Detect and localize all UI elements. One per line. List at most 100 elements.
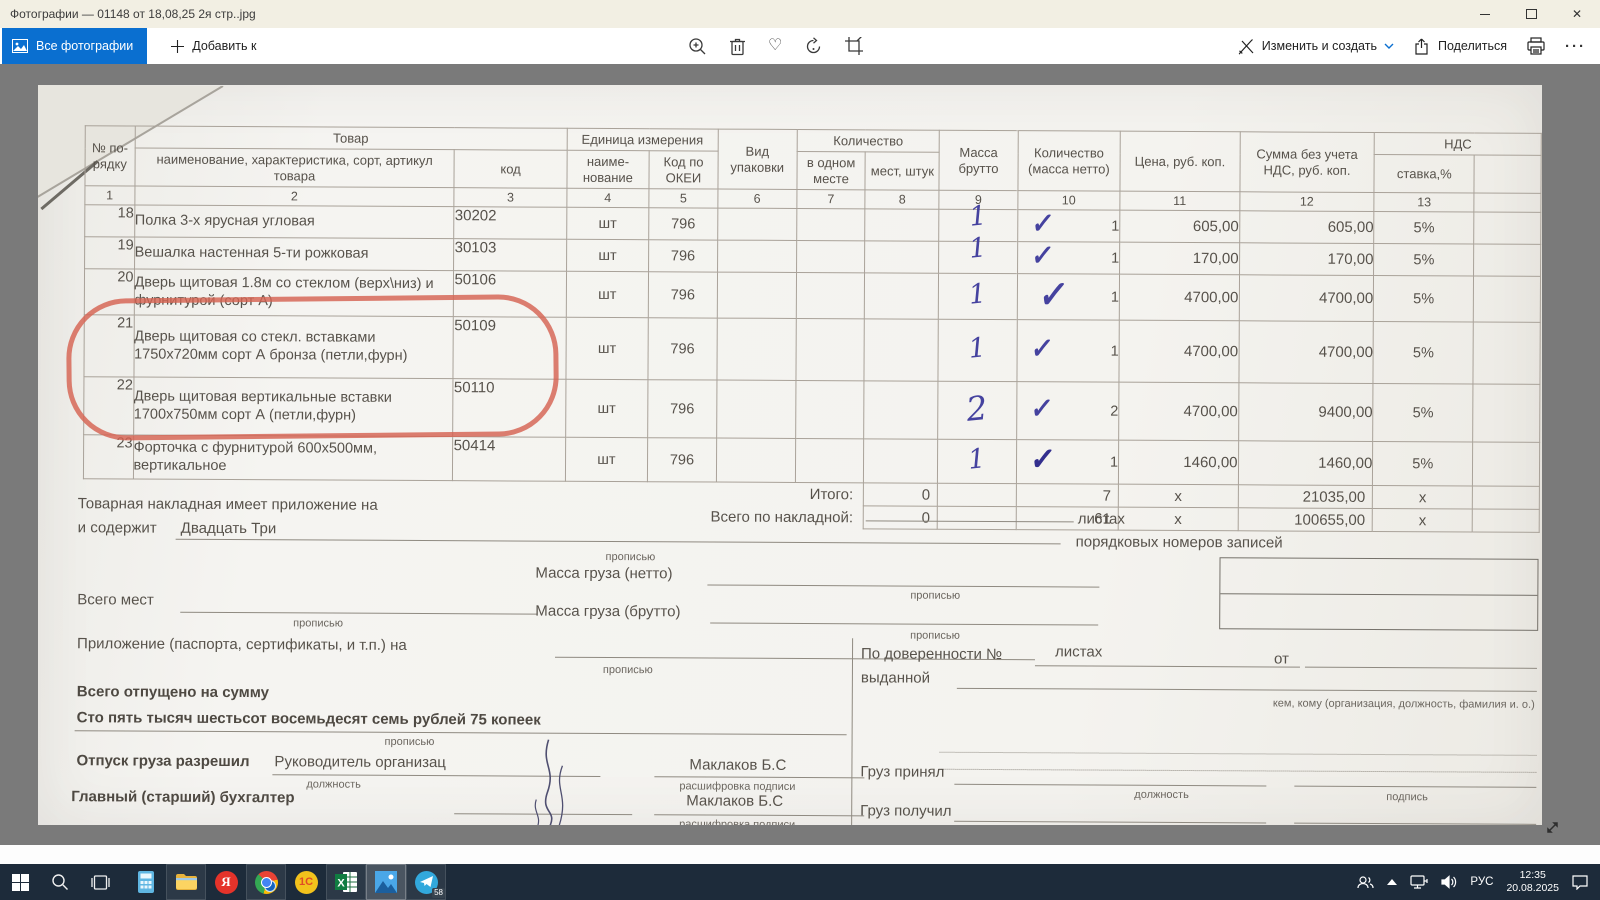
table-cell: 1	[938, 439, 1016, 483]
col-header-unit-name: наиме-нование	[567, 150, 650, 188]
task-view-button[interactable]	[80, 864, 120, 900]
handwritten-checkmark: ✓	[1029, 206, 1055, 241]
col-header-gross: Масса брутто	[939, 130, 1018, 190]
table-cell: 170,00	[1120, 242, 1240, 275]
table-cell: 4700,00	[1239, 275, 1374, 322]
table-cell: ✓1	[1017, 320, 1120, 383]
table-cell: 796	[648, 318, 717, 380]
clock-time: 12:35	[1506, 869, 1559, 882]
people-icon[interactable]	[1357, 875, 1374, 889]
taskbar-telegram[interactable]: 58	[406, 864, 446, 900]
rotate-button[interactable]	[804, 37, 823, 56]
taskbar-excel[interactable]: X	[326, 864, 366, 900]
blank-line	[180, 612, 537, 615]
photo-viewer[interactable]: № по-рядку Товар Единица измерения Вид у…	[0, 64, 1600, 845]
table-cell: Вешалка настенная 5-ти рожковая	[134, 237, 454, 271]
taskbar-yandex-browser[interactable]: Я	[206, 864, 246, 900]
table-cell	[717, 208, 796, 240]
zoom-button[interactable]	[688, 37, 707, 56]
add-to-button[interactable]: Добавить к	[163, 39, 264, 53]
totals-cell: x	[1118, 507, 1238, 531]
table-cell: 5%	[1374, 243, 1474, 276]
table-cell	[865, 209, 939, 241]
blank-line	[707, 585, 1099, 588]
all-photos-button[interactable]: Все фотографии	[2, 28, 147, 64]
favorite-button[interactable]: ♡	[768, 38, 782, 54]
form-caption: расшифровка подписи	[679, 818, 795, 825]
close-button[interactable]: ✕	[1554, 0, 1600, 28]
form-label: Отпуск груза разрешил	[76, 752, 249, 770]
col-group-unit: Единица измерения	[567, 128, 718, 151]
col-header-places: мест, штук	[865, 152, 939, 190]
table-cell	[716, 380, 795, 438]
taskbar-file-explorer[interactable]	[166, 864, 206, 900]
maximize-button[interactable]	[1508, 0, 1554, 28]
col-header-price: Цена, руб. коп.	[1120, 131, 1240, 192]
delete-button[interactable]	[729, 37, 746, 56]
form-value: Двадцать Три	[181, 520, 277, 538]
share-label: Поделиться	[1438, 39, 1507, 53]
handwritten-checkmark: ✓	[1029, 238, 1055, 273]
handwritten-checkmark: ✓	[1036, 271, 1070, 316]
taskbar-chrome[interactable]	[246, 864, 286, 900]
hidden-icons-chevron[interactable]	[1387, 879, 1397, 885]
volume-icon[interactable]	[1441, 875, 1457, 889]
table-cell	[1474, 244, 1541, 276]
search-icon	[51, 873, 69, 891]
share-button[interactable]: Поделиться	[1414, 38, 1507, 55]
col-group-tovar: Товар	[135, 126, 567, 150]
form-caption: подпись	[1386, 791, 1428, 803]
blank-line	[957, 688, 1537, 692]
taskbar-calculator[interactable]	[126, 864, 166, 900]
plus-icon	[171, 40, 184, 53]
titlebar: Фотографии — 01148 от 18,08,25 2я стр..j…	[0, 0, 1600, 28]
table-cell: 5%	[1373, 441, 1473, 486]
minimize-button[interactable]	[1462, 0, 1508, 28]
table-cell: 30103	[454, 239, 566, 272]
form-label: от	[1274, 650, 1289, 667]
taskbar-clock[interactable]: 12:35 20.08.2025	[1506, 869, 1559, 895]
network-icon[interactable]	[1410, 875, 1428, 889]
table-cell	[864, 319, 938, 381]
window-title: Фотографии — 01148 от 18,08,25 2я стр..j…	[0, 7, 1462, 21]
start-button[interactable]	[0, 864, 40, 900]
form-caption: расшифровка подписи	[679, 780, 795, 793]
totals-cell: x	[1373, 485, 1473, 509]
totals-cell	[1472, 509, 1539, 532]
taskbar-1c[interactable]: 1С	[286, 864, 326, 900]
calculator-icon	[137, 871, 155, 893]
print-button[interactable]	[1527, 37, 1545, 55]
crop-button[interactable]	[845, 37, 863, 55]
table-cell	[717, 240, 796, 272]
table-cell: 50414	[453, 437, 565, 482]
1c-icon: 1С	[295, 871, 318, 894]
table-cell: ✓1	[1017, 210, 1120, 243]
more-button[interactable]: ···	[1565, 38, 1586, 55]
blank-line	[1294, 823, 1536, 825]
action-center-icon[interactable]	[1572, 875, 1588, 890]
form-label: Всего отпущено на сумму	[77, 683, 269, 701]
red-marker-circle	[66, 294, 559, 441]
fullscreen-arrow-icon[interactable]	[1545, 820, 1560, 835]
signature-name: Маклаков Б.С	[689, 756, 786, 774]
language-indicator[interactable]: РУС	[1470, 876, 1493, 888]
yandex-icon: Я	[215, 871, 238, 894]
column-number: 2	[134, 186, 454, 207]
table-cell: 1	[939, 273, 1017, 319]
svg-text:X: X	[337, 878, 345, 890]
handwritten-quantity: 2	[965, 388, 990, 429]
col-header-net: Количество (масса нетто)	[1018, 131, 1121, 192]
form-label: Груз получил	[860, 802, 951, 819]
handwritten-checkmark: ✓	[1029, 331, 1055, 366]
edit-create-button[interactable]: Изменить и создать	[1238, 38, 1394, 55]
table-cell: 4700,00	[1119, 382, 1239, 441]
col-header-code: код	[454, 150, 566, 189]
signature-name: Маклаков Б.С	[686, 792, 783, 810]
profile-badge-icon	[264, 880, 276, 892]
taskbar-photos[interactable]	[366, 864, 406, 900]
table-cell: 1460,00	[1238, 441, 1373, 486]
maximize-icon	[1526, 9, 1537, 19]
table-cell	[865, 273, 939, 319]
taskbar-search-button[interactable]	[40, 864, 80, 900]
table-cell	[1473, 322, 1540, 384]
